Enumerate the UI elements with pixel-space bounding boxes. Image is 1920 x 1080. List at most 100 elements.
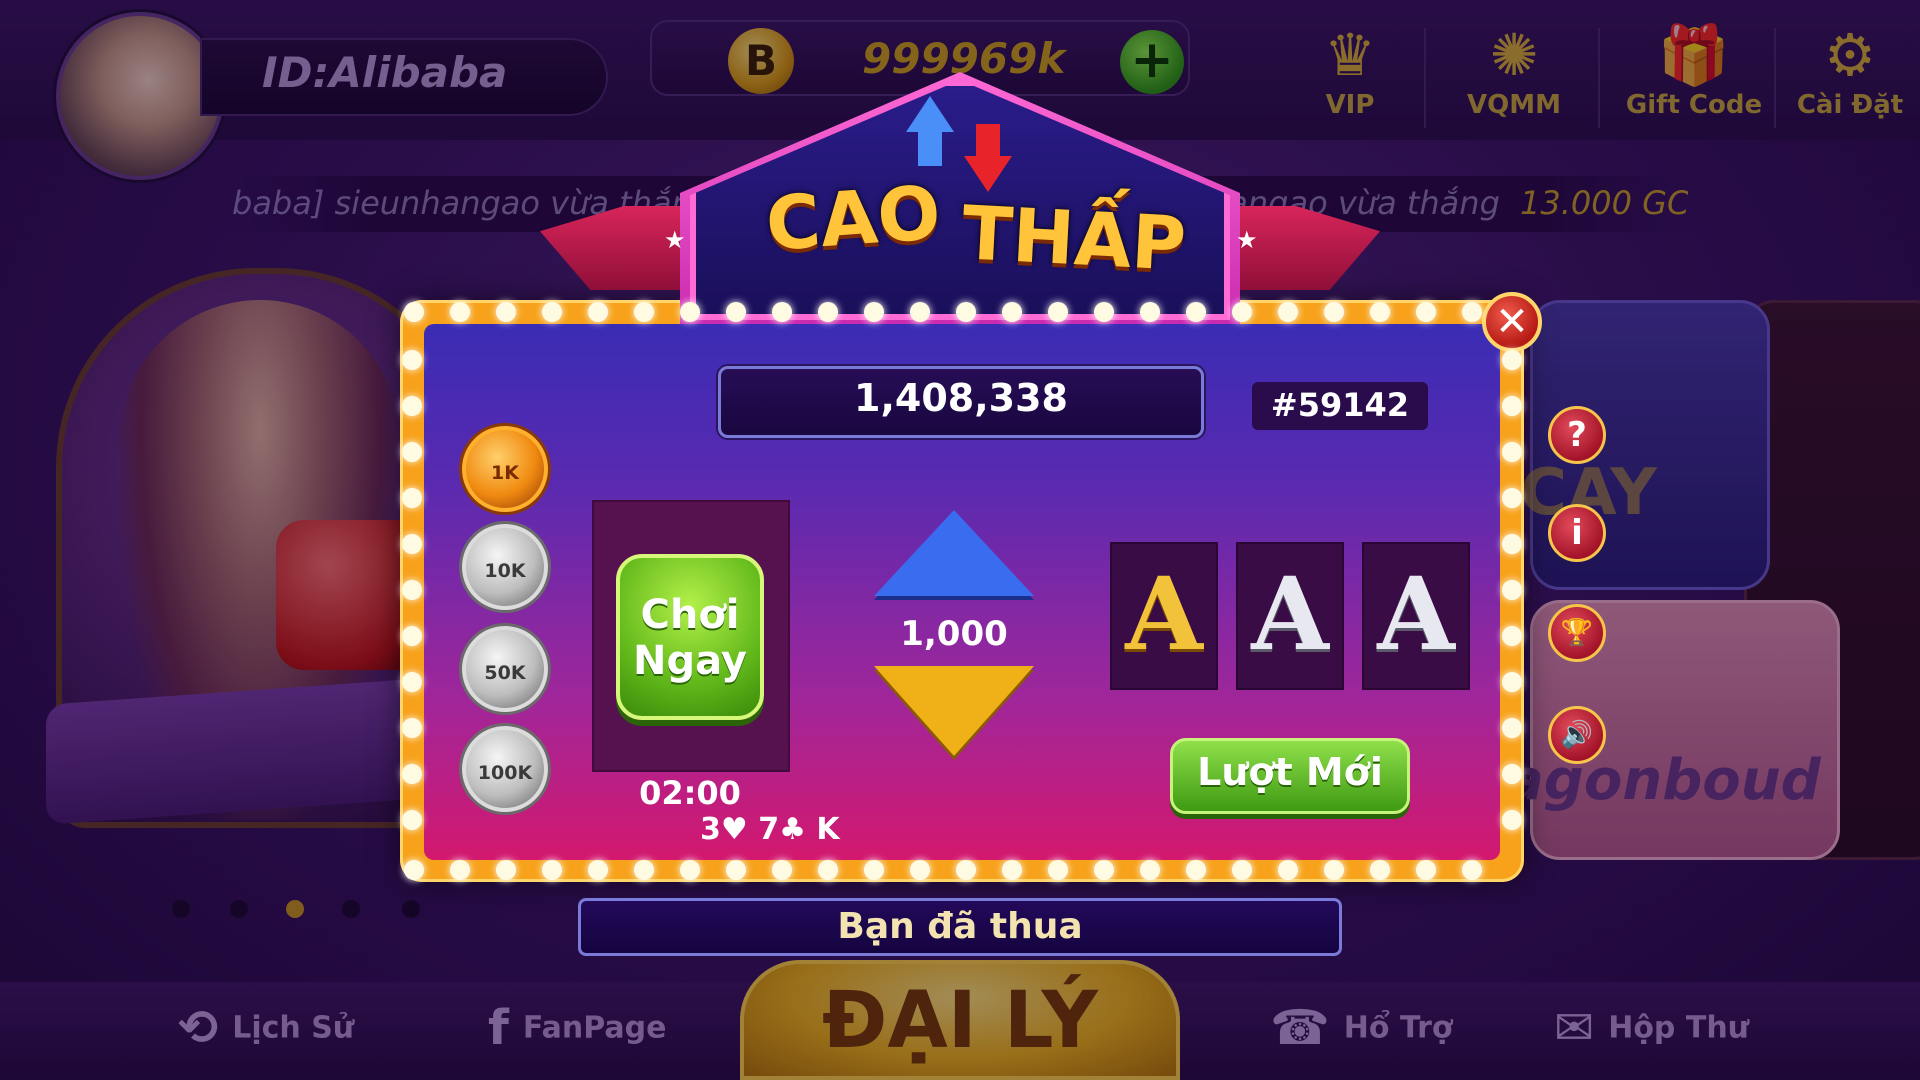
marquee-bulb — [1186, 860, 1206, 880]
marquee-bulb — [588, 860, 608, 880]
marquee-bulb — [1002, 302, 1022, 322]
help-button[interactable]: ? — [1548, 406, 1606, 464]
arrow-down-stem — [976, 124, 1000, 158]
marquee-bulb — [772, 302, 792, 322]
marquee-bulb — [1002, 860, 1022, 880]
marquee-bulb — [1462, 860, 1482, 880]
marquee-bulb — [1048, 302, 1068, 322]
marquee-bulb — [1232, 860, 1252, 880]
higher-button[interactable] — [874, 510, 1034, 596]
marquee-bulb — [680, 860, 700, 880]
marquee-bulb — [404, 302, 424, 322]
card-ace: A — [1377, 555, 1455, 673]
timer: 02:00 — [639, 774, 741, 812]
marquee-bulb — [402, 534, 422, 554]
marquee-bulb — [956, 302, 976, 322]
sound-button[interactable]: 🔊 — [1548, 706, 1606, 764]
marquee-bulb — [1324, 302, 1344, 322]
marquee-bulb — [402, 718, 422, 738]
marquee-bulb — [726, 302, 746, 322]
card-ace: A — [1251, 555, 1329, 673]
chip-100k[interactable]: 100K — [462, 726, 548, 812]
marquee-bulb — [1278, 302, 1298, 322]
lower-button[interactable] — [874, 666, 1034, 756]
marquee-bulb — [1462, 302, 1482, 322]
marquee-bulb — [1502, 672, 1522, 692]
marquee-bulb — [1502, 350, 1522, 370]
marquee-bulb — [1324, 860, 1344, 880]
marquee-bulb — [1502, 626, 1522, 646]
marquee-bulb — [680, 302, 700, 322]
marquee-bulb — [1094, 302, 1114, 322]
marquee-bulb — [1232, 302, 1252, 322]
marquee-bulb — [588, 302, 608, 322]
marquee-bulb — [1502, 442, 1522, 462]
marquee-bulb — [1140, 860, 1160, 880]
marquee-bulb — [818, 302, 838, 322]
marquee-bulb — [1416, 302, 1436, 322]
marquee-bulb — [402, 488, 422, 508]
marquee-bulb — [1502, 718, 1522, 738]
marquee-bulb — [1502, 488, 1522, 508]
marquee-bulb — [402, 626, 422, 646]
marquee-bulb — [402, 764, 422, 784]
marquee-bulb — [1502, 534, 1522, 554]
chip-1k[interactable]: 1K — [462, 426, 548, 512]
close-button[interactable]: ✕ — [1482, 292, 1542, 352]
bet-value: 1,000 — [900, 614, 1008, 654]
marquee-bulb — [1048, 860, 1068, 880]
session-id: #59142 — [1270, 386, 1410, 424]
marquee-bulb — [450, 302, 470, 322]
marquee-bulb — [402, 350, 422, 370]
marquee-bulb — [1502, 396, 1522, 416]
marquee-bulb — [542, 302, 562, 322]
marquee-bulb — [402, 442, 422, 462]
star-icon: ★ — [664, 226, 686, 254]
marquee-bulb — [1278, 860, 1298, 880]
card-history: 3♥ 7♣ K — [700, 812, 840, 847]
marquee-bulb — [864, 860, 884, 880]
marquee-bulb — [864, 302, 884, 322]
marquee-bulb — [402, 396, 422, 416]
info-button[interactable]: i — [1548, 504, 1606, 562]
marquee-bulb — [634, 302, 654, 322]
title-cao: CAO — [763, 170, 944, 268]
marquee-bulb — [726, 860, 746, 880]
marquee-bulb — [450, 860, 470, 880]
new-round-label: Lượt Mới — [1197, 750, 1383, 794]
chip-10k[interactable]: 10K — [462, 524, 548, 610]
marquee-bulb — [818, 860, 838, 880]
play-now-line2: Ngay — [633, 638, 747, 684]
arrow-down-icon — [964, 156, 1012, 192]
title-thap: THẤP — [959, 190, 1189, 288]
marquee-bulb — [1502, 764, 1522, 784]
marquee-bulb — [1370, 860, 1390, 880]
marquee-bulb — [1416, 860, 1436, 880]
marquee-bulb — [1094, 860, 1114, 880]
arrow-up-stem — [918, 130, 942, 166]
result-message: Bạn đã thua — [837, 906, 1083, 947]
marquee-bulb — [402, 580, 422, 600]
marquee-bulb — [496, 302, 516, 322]
play-now-line1: Chơi — [640, 592, 740, 638]
marquee-bulb — [402, 810, 422, 830]
chip-50k[interactable]: 50K — [462, 626, 548, 712]
marquee-bulb — [1140, 302, 1160, 322]
marquee-bulb — [910, 860, 930, 880]
marquee-bulb — [910, 302, 930, 322]
marquee-bulb — [496, 860, 516, 880]
marquee-bulb — [1502, 580, 1522, 600]
jackpot-value: 1,408,338 — [854, 376, 1068, 420]
marquee-bulb — [634, 860, 654, 880]
marquee-bulb — [402, 672, 422, 692]
marquee-bulb — [404, 860, 424, 880]
marquee-bulb — [1186, 302, 1206, 322]
trophy-button[interactable]: 🏆 — [1548, 604, 1606, 662]
marquee-bulb — [542, 860, 562, 880]
play-now-label: Chơi Ngay — [616, 592, 764, 684]
arrow-up-icon — [906, 96, 954, 132]
card-ace: A — [1125, 555, 1203, 673]
marquee-bulb — [1502, 810, 1522, 830]
marquee-bulb — [772, 860, 792, 880]
star-icon: ★ — [1236, 226, 1258, 254]
